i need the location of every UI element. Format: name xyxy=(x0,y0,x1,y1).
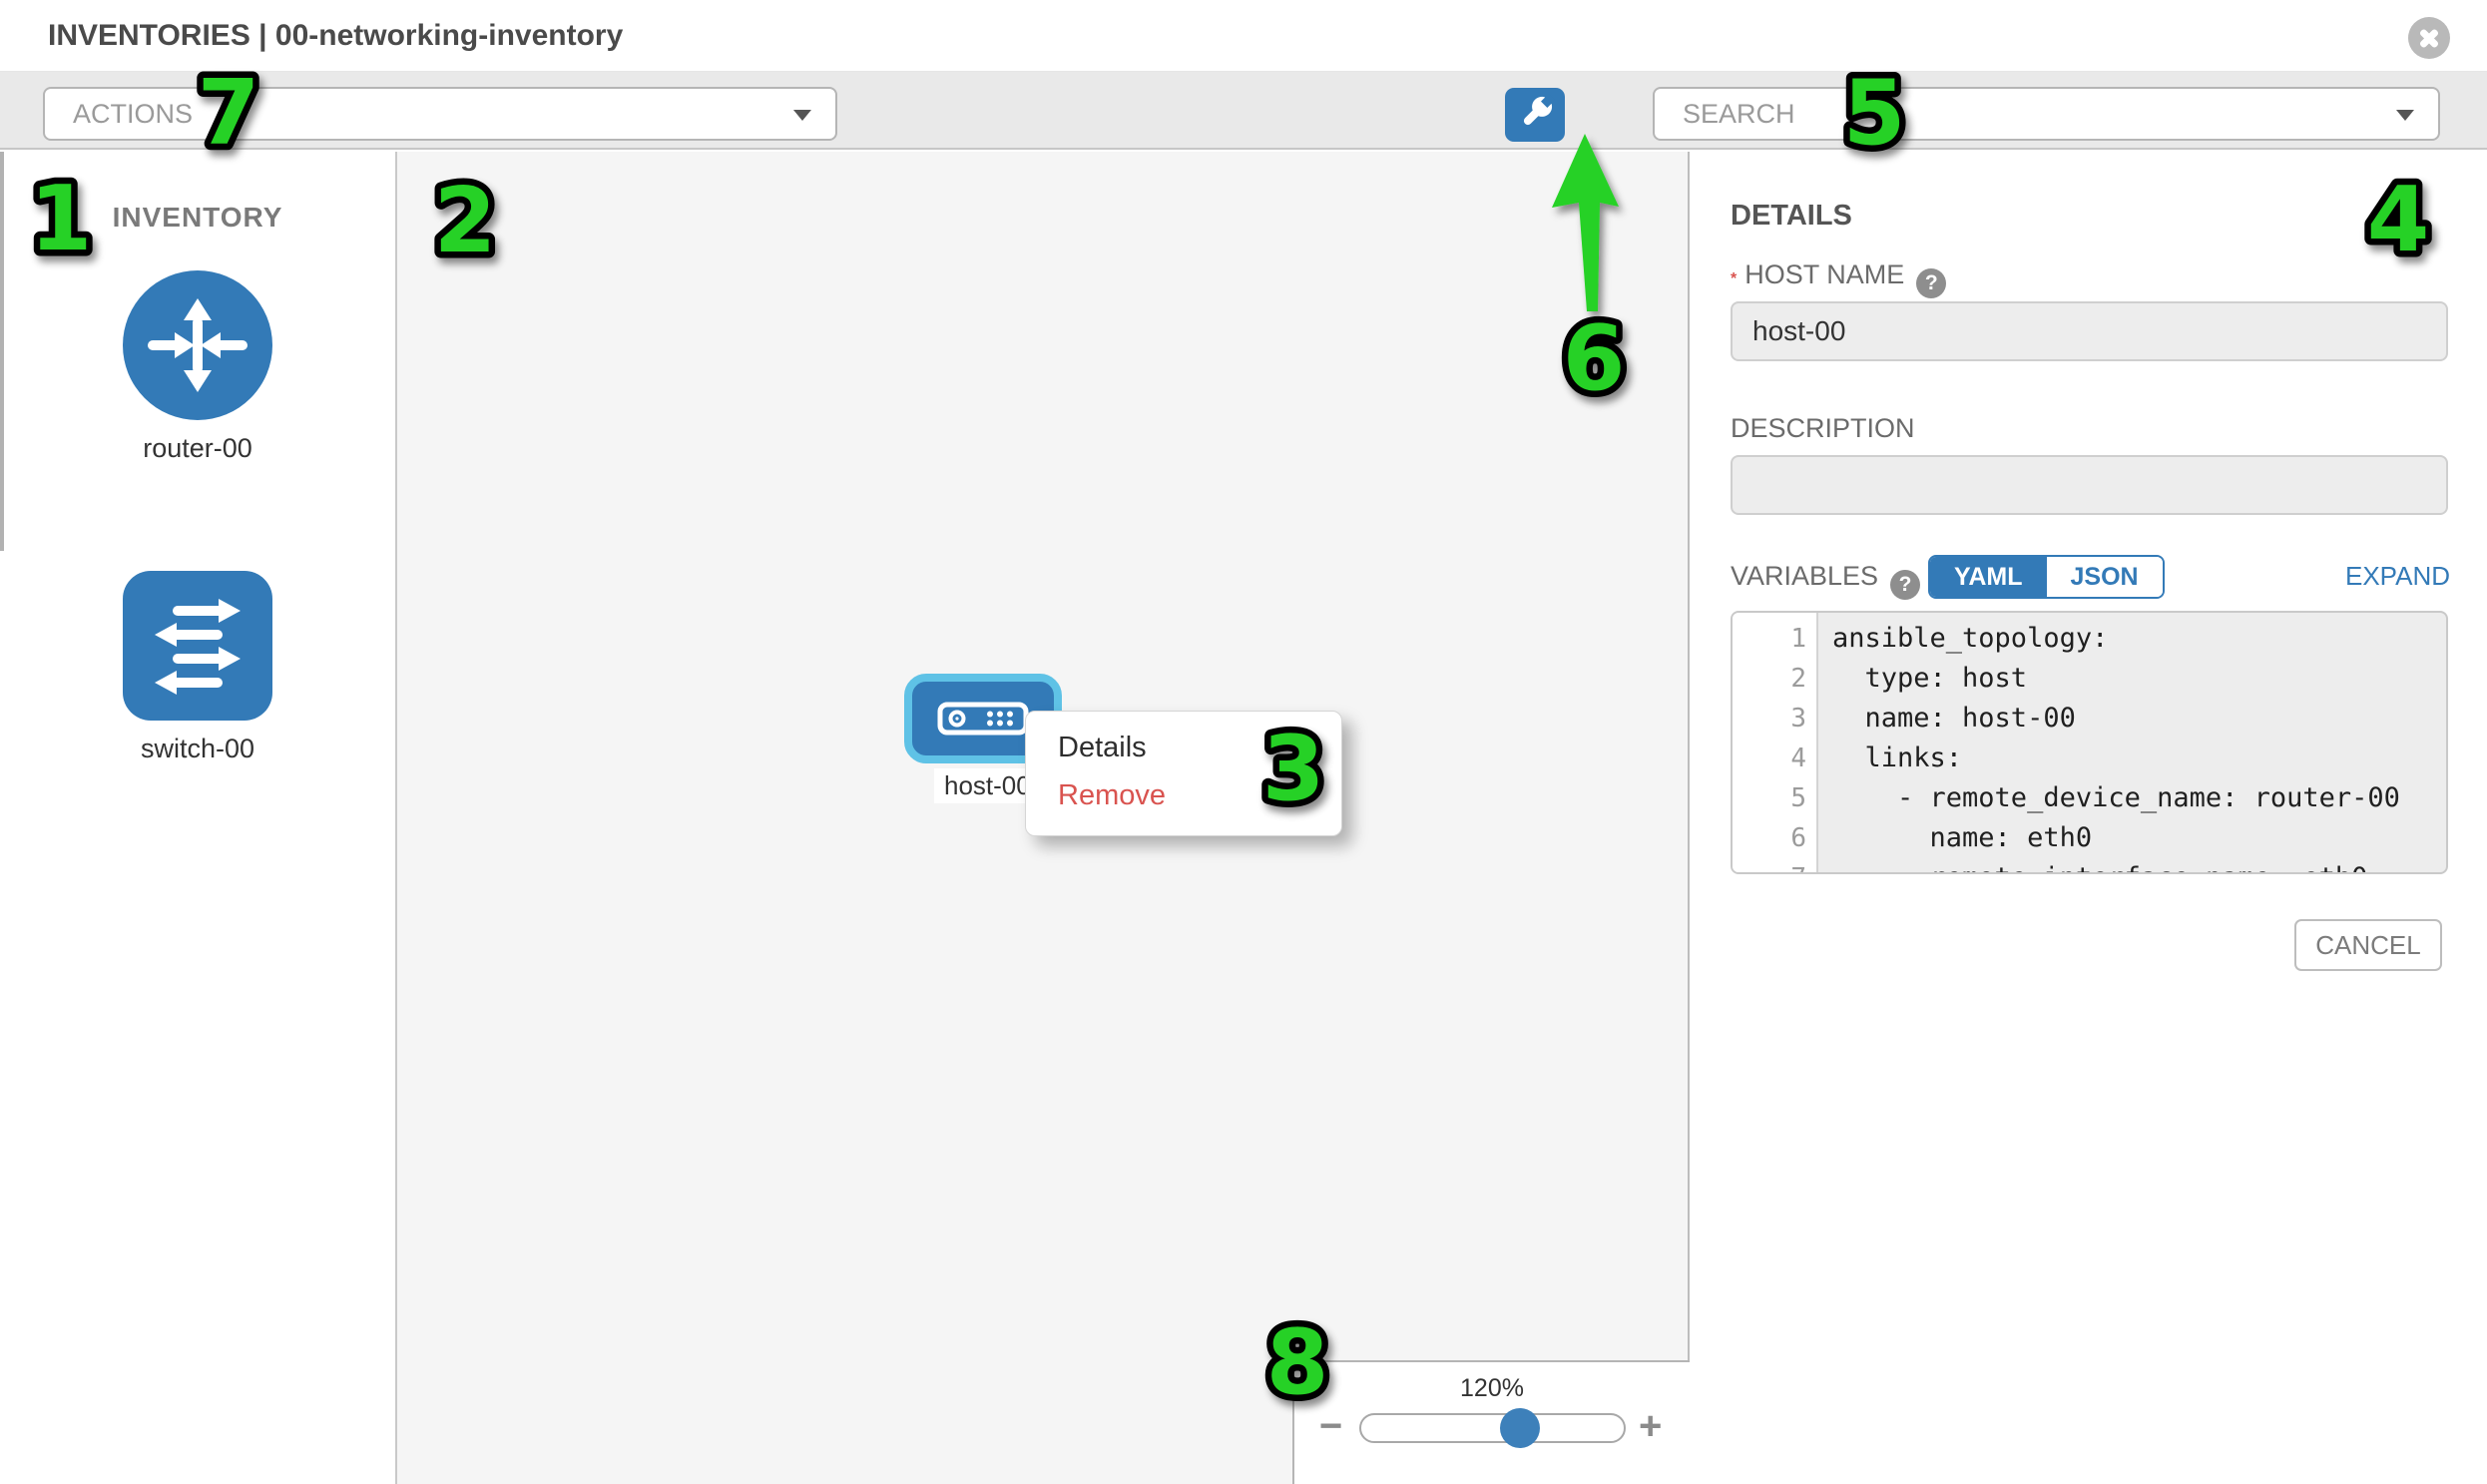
search-dropdown[interactable]: SEARCH xyxy=(1653,87,2440,141)
wrench-icon xyxy=(1505,88,1565,142)
host-name-field[interactable]: host-00 xyxy=(1731,301,2448,361)
code-line: 6 name: eth0 xyxy=(1733,818,2446,858)
context-menu: Details Remove xyxy=(1025,711,1342,836)
code-line: 3 name: host-00 xyxy=(1733,699,2446,739)
inventory-heading: INVENTORY xyxy=(0,202,395,234)
sidebar-item-switch[interactable]: switch-00 xyxy=(0,571,395,764)
zoom-in-button[interactable]: + xyxy=(1639,1406,1662,1446)
switch-label: switch-00 xyxy=(0,734,395,764)
chevron-down-icon xyxy=(2396,110,2414,121)
description-label: DESCRIPTION xyxy=(1731,413,1915,444)
code-line: 2 type: host xyxy=(1733,659,2446,699)
zoom-out-button[interactable]: − xyxy=(1319,1406,1342,1446)
page-title: INVENTORIES | 00-networking-inventory xyxy=(48,0,623,72)
details-heading: DETAILS xyxy=(1731,200,1852,233)
variables-editor[interactable]: 1ansible_topology: 2 type: host 3 name: … xyxy=(1731,611,2448,874)
zoom-slider-track[interactable] xyxy=(1359,1413,1626,1443)
inventory-sidebar: INVENTORY router-00 xyxy=(0,152,397,1484)
details-panel: DETAILS *HOST NAME? host-00 DESCRIPTION … xyxy=(1697,152,2487,1484)
chevron-down-icon xyxy=(793,110,811,121)
actions-placeholder: ACTIONS xyxy=(73,89,193,139)
tools-button[interactable] xyxy=(1505,88,1565,142)
context-menu-item-details[interactable]: Details xyxy=(1026,724,1341,771)
code-line: 7 remote_interface_name: eth0 xyxy=(1733,858,2446,874)
code-line: 1ansible_topology: xyxy=(1733,619,2446,659)
context-menu-item-remove[interactable]: Remove xyxy=(1026,771,1341,819)
code-line: 5 - remote_device_name: router-00 xyxy=(1733,778,2446,818)
expand-link[interactable]: EXPAND xyxy=(1697,561,2450,592)
header-bar: INVENTORIES | 00-networking-inventory xyxy=(0,0,2487,72)
switch-icon xyxy=(123,571,272,721)
code-line: 4 links: xyxy=(1733,739,2446,778)
description-field[interactable] xyxy=(1731,455,2448,515)
editor-lines: 1ansible_topology: 2 type: host 3 name: … xyxy=(1733,619,2446,874)
zoom-slider-thumb[interactable] xyxy=(1500,1408,1540,1448)
close-icon[interactable] xyxy=(2408,17,2450,59)
topology-canvas[interactable]: host-00 Details Remove 120% − + xyxy=(397,152,1690,1484)
zoom-percent: 120% xyxy=(1294,1374,1690,1403)
host-name-row: * HOST NAME? xyxy=(1731,259,1946,298)
search-placeholder: SEARCH xyxy=(1683,89,1795,139)
zoom-widget: 120% − + xyxy=(1292,1360,1690,1484)
actions-dropdown[interactable]: ACTIONS xyxy=(43,87,837,141)
router-label: router-00 xyxy=(0,433,395,464)
inventory-topology-app: INVENTORIES | 00-networking-inventory AC… xyxy=(0,0,2487,1484)
sidebar-item-router[interactable]: router-00 xyxy=(0,270,395,464)
required-asterisk: * xyxy=(1731,270,1737,287)
cancel-button[interactable]: CANCEL xyxy=(2294,919,2442,971)
router-icon xyxy=(123,270,272,420)
toolbar: ACTIONS SEARCH xyxy=(0,72,2487,150)
help-icon[interactable]: ? xyxy=(1916,268,1946,298)
host-name-label: HOST NAME xyxy=(1744,259,1904,289)
